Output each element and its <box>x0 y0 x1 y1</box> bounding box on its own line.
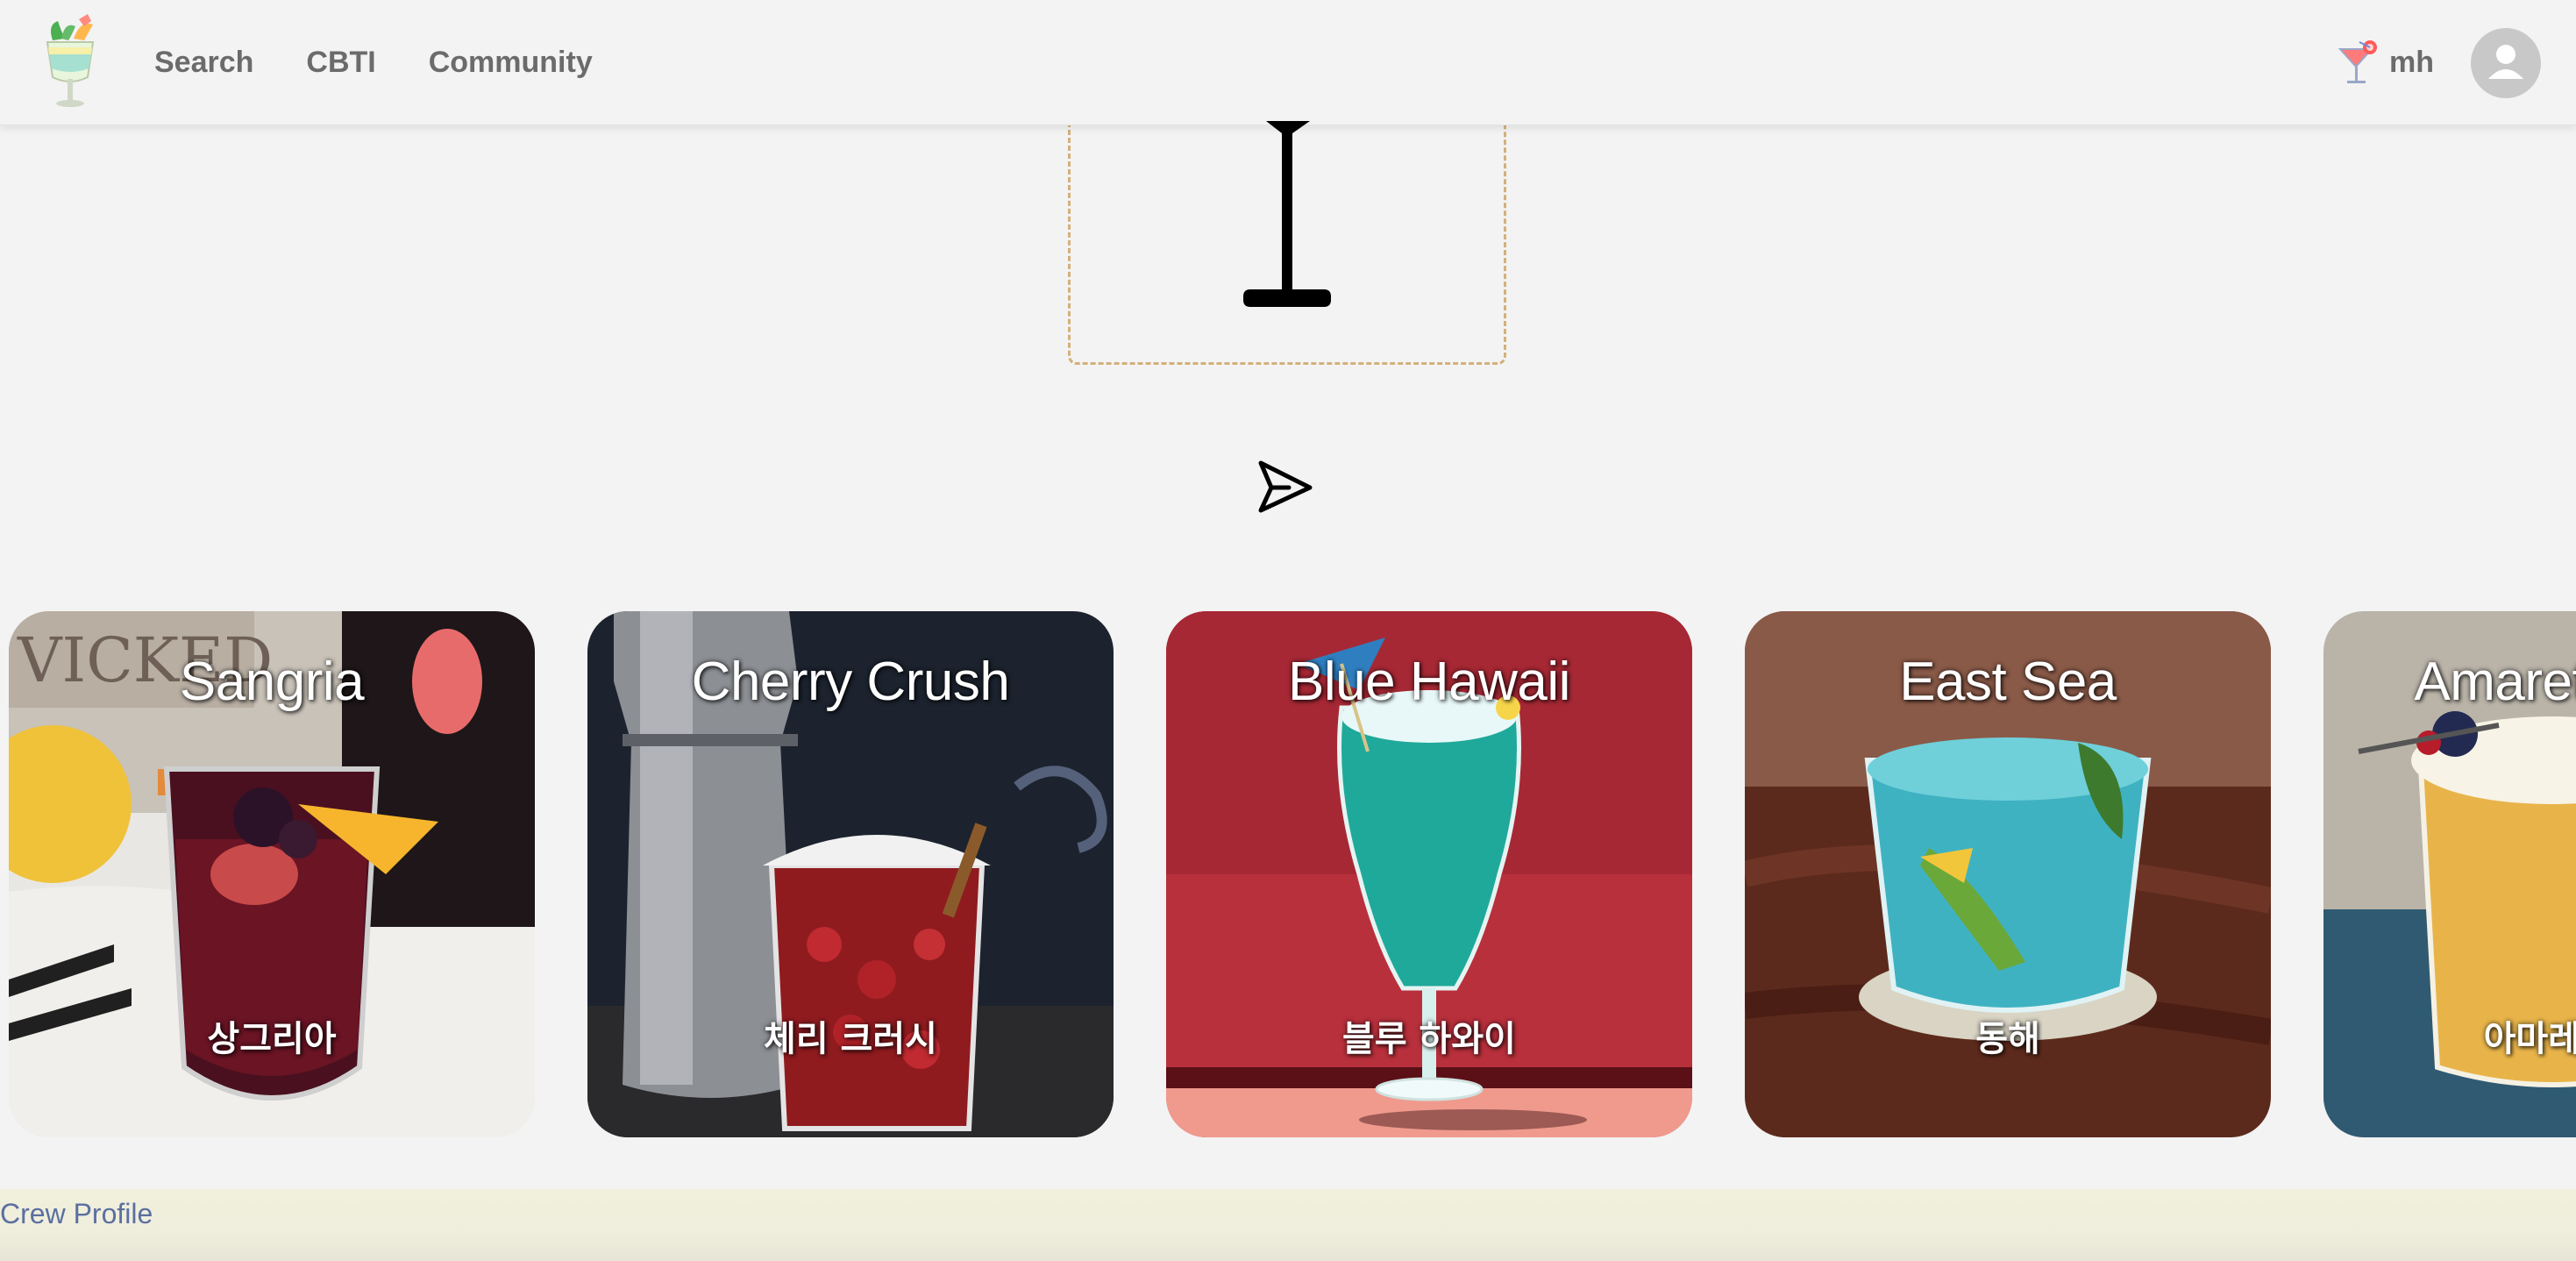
nav-search[interactable]: Search <box>154 46 253 80</box>
avatar-icon[interactable] <box>2471 27 2541 98</box>
cocktail-card-blue-hawaii[interactable]: Blue Hawaii 블루 하와이 <box>1166 611 1692 1137</box>
cocktail-carousel[interactable]: VICKED Sangria 상그리아 Cherry Crush 체리 크러시 <box>0 611 2576 1137</box>
card-title: Amaretto Sour <box>2414 652 2576 712</box>
nav-community[interactable]: Community <box>429 46 593 80</box>
main-nav: Search CBTI Community <box>154 0 593 125</box>
cocktail-icon <box>2338 39 2377 83</box>
card-subtitle: 체리 크러시 <box>764 1019 937 1059</box>
card-subtitle: 블루 하와이 <box>1342 1019 1516 1059</box>
card-subtitle: 상그리아 <box>207 1019 337 1059</box>
card-title: East Sea <box>1899 652 2117 712</box>
card-title: Blue Hawaii <box>1288 652 1570 712</box>
cocktail-card-sangria[interactable]: VICKED Sangria 상그리아 <box>9 611 535 1137</box>
top-header: Search CBTI Community mh <box>0 0 2576 125</box>
user-area: mh <box>2337 0 2541 125</box>
card-subtitle: 아마레또 사워 <box>2483 1019 2576 1059</box>
send-icon[interactable] <box>1254 456 1315 517</box>
nav-cbti[interactable]: CBTI <box>306 46 375 80</box>
card-subtitle: 동해 <box>1975 1019 2040 1059</box>
cocktail-card-cherry-crush[interactable]: Cherry Crush 체리 크러시 <box>587 611 1114 1137</box>
footer: Crew Profile <box>0 1189 2576 1261</box>
card-title: Cherry Crush <box>691 652 1010 712</box>
logo-icon[interactable] <box>35 12 105 110</box>
username[interactable]: mh <box>2389 46 2434 80</box>
card-title: Sangria <box>179 652 365 712</box>
cocktail-card-east-sea[interactable]: East Sea 동해 <box>1745 611 2271 1137</box>
text-cursor-icon <box>1243 121 1331 307</box>
crew-profile-link[interactable]: Crew Profile <box>0 1198 153 1230</box>
cocktail-card-amaretto[interactable]: Amaretto Sour 아마레또 사워 <box>2323 611 2576 1137</box>
